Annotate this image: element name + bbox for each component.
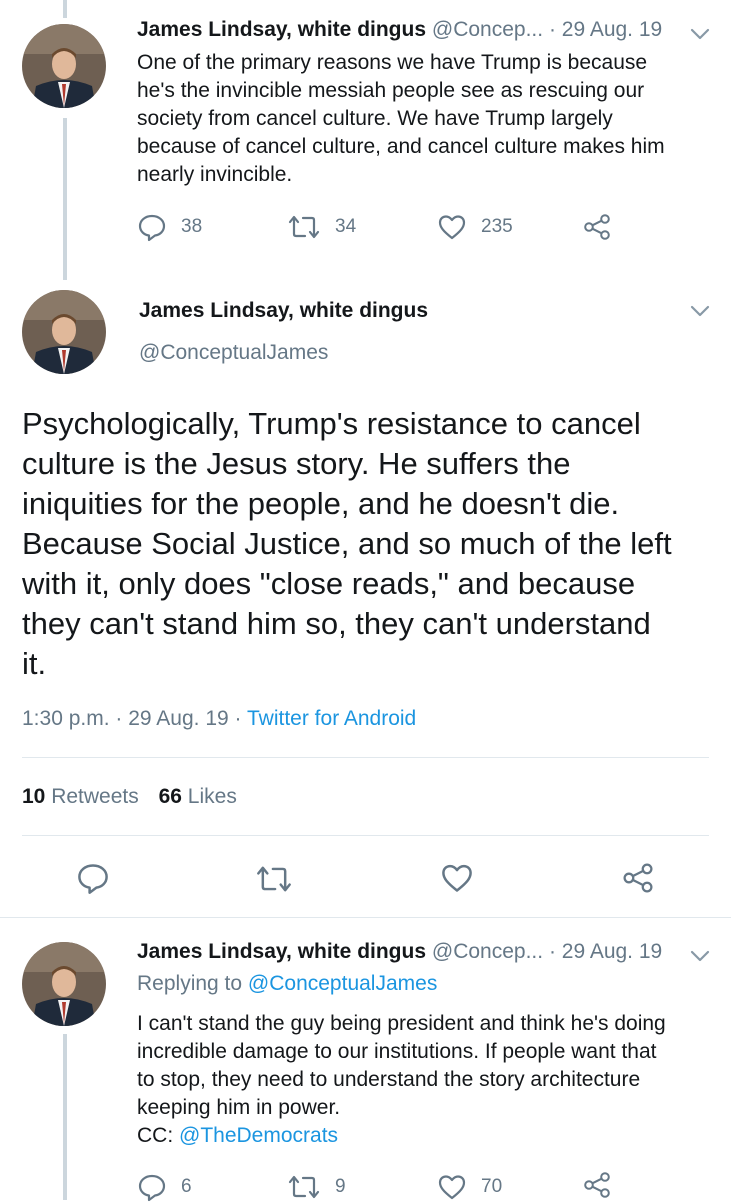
- tweet-line: Psychologically, Trump's resistance to c…: [22, 406, 641, 441]
- separator-dot: ·: [234, 707, 242, 730]
- chevron-down-icon[interactable]: [689, 949, 711, 963]
- divider: [22, 757, 709, 758]
- retweet-count: 9: [335, 1176, 346, 1197]
- avatar[interactable]: [22, 942, 106, 1026]
- separator-dot: ·: [548, 18, 556, 41]
- tweet-line: to stop, they need to understand the sto…: [137, 1068, 641, 1091]
- retweet-button[interactable]: 34: [287, 212, 356, 242]
- divider: [0, 917, 731, 918]
- tweet-date[interactable]: 29 Aug. 19: [562, 18, 662, 41]
- author-handle[interactable]: @ConceptualJames: [139, 341, 328, 365]
- separator-dot: ·: [115, 707, 123, 730]
- tweet-line: nearly invincible.: [137, 163, 293, 186]
- tweet-body: One of the primary reasons we have Trump…: [137, 49, 717, 189]
- share-icon[interactable]: [621, 861, 655, 895]
- chevron-down-icon[interactable]: [689, 304, 711, 318]
- like-button[interactable]: 70: [437, 1172, 502, 1202]
- share-icon[interactable]: [582, 1170, 612, 1200]
- like-icon: [438, 1175, 466, 1200]
- reply-icon: [138, 1174, 166, 1202]
- reply-count: 6: [181, 1176, 192, 1197]
- likes-stat[interactable]: 66 Likes: [159, 785, 237, 808]
- tweet-line: it.: [22, 646, 47, 681]
- divider: [22, 835, 709, 836]
- tweet-date[interactable]: 29 Aug. 19: [562, 940, 662, 963]
- retweets-stat[interactable]: 10 Retweets: [22, 785, 145, 808]
- like-button[interactable]: 235: [437, 212, 513, 242]
- thread-line-1: [63, 118, 67, 280]
- tweet-line: because of cancel culture, and cancel cu…: [137, 135, 665, 158]
- tweet-line: he's the invincible messiah people see a…: [137, 79, 645, 102]
- tweet-line: with it, only does "close reads," and be…: [22, 566, 636, 601]
- author-handle[interactable]: @Concep...: [432, 18, 543, 41]
- reply-button[interactable]: 6: [137, 1172, 192, 1202]
- author-name[interactable]: James Lindsay, white dingus: [137, 940, 426, 963]
- like-count: 70: [481, 1176, 503, 1197]
- avatar[interactable]: [22, 24, 106, 108]
- tweet-body: I can't stand the guy being president an…: [137, 1010, 717, 1150]
- tweet-line: Because Social Justice, and so much of t…: [22, 526, 672, 561]
- retweet-stat-count: 10: [22, 785, 46, 808]
- like-count: 235: [481, 216, 513, 237]
- reply-icon[interactable]: [76, 861, 110, 895]
- tweet-cc-line: CC: @TheDemocrats: [137, 1122, 717, 1150]
- tweet-body: Psychologically, Trump's resistance to c…: [22, 404, 722, 684]
- author-name[interactable]: James Lindsay, white dingus: [139, 299, 428, 323]
- tweet-time[interactable]: 1:30 p.m.: [22, 707, 110, 730]
- author-handle[interactable]: @Concep...: [432, 940, 543, 963]
- tweet-line: keeping him in power.: [137, 1096, 341, 1119]
- cc-label: CC:: [137, 1124, 174, 1147]
- like-icon: [438, 215, 466, 240]
- thread-line-2: [63, 1034, 67, 1200]
- retweet-icon: [288, 1175, 320, 1199]
- tweet-line: One of the primary reasons we have Trump…: [137, 51, 648, 74]
- tweet-date[interactable]: 29 Aug. 19: [128, 707, 228, 730]
- cc-handle-link[interactable]: @TheDemocrats: [179, 1124, 338, 1147]
- like-stat-label: Likes: [187, 785, 237, 808]
- chevron-down-icon[interactable]: [689, 27, 711, 41]
- separator-dot: ·: [548, 940, 556, 963]
- like-stat-count: 66: [158, 785, 182, 808]
- reply-count: 38: [181, 216, 203, 237]
- retweet-icon[interactable]: [255, 862, 293, 896]
- tweet-line: incredible damage to our institutions. I…: [137, 1040, 657, 1063]
- retweet-button[interactable]: 9: [287, 1172, 346, 1202]
- share-icon[interactable]: [582, 212, 612, 242]
- tweet-line: iniquities for the people, and he doesn'…: [22, 486, 620, 521]
- retweet-icon: [288, 215, 320, 239]
- reply-icon: [138, 214, 166, 242]
- author-name[interactable]: James Lindsay, white dingus: [137, 18, 426, 41]
- reply-button[interactable]: 38: [137, 212, 202, 242]
- like-icon[interactable]: [440, 861, 474, 895]
- tweet-line: society from cancel culture. We have Tru…: [137, 107, 613, 130]
- avatar[interactable]: [22, 290, 106, 374]
- tweet-line: I can't stand the guy being president an…: [137, 1012, 666, 1035]
- tweet-line: they can't stand him so, they can't unde…: [22, 606, 651, 641]
- tweet-line: culture is the Jesus story. He suffers t…: [22, 446, 571, 481]
- retweet-count: 34: [335, 216, 357, 237]
- replying-handle-link[interactable]: @ConceptualJames: [248, 972, 437, 995]
- thread-line-top: [63, 0, 67, 18]
- retweet-stat-label: Retweets: [51, 785, 139, 808]
- tweet-source-link[interactable]: Twitter for Android: [247, 707, 416, 730]
- tweet-stats: 10 Retweets 66 Likes: [22, 785, 237, 809]
- replying-label: Replying to: [137, 972, 243, 995]
- replying-to: Replying to @ConceptualJames: [137, 972, 437, 996]
